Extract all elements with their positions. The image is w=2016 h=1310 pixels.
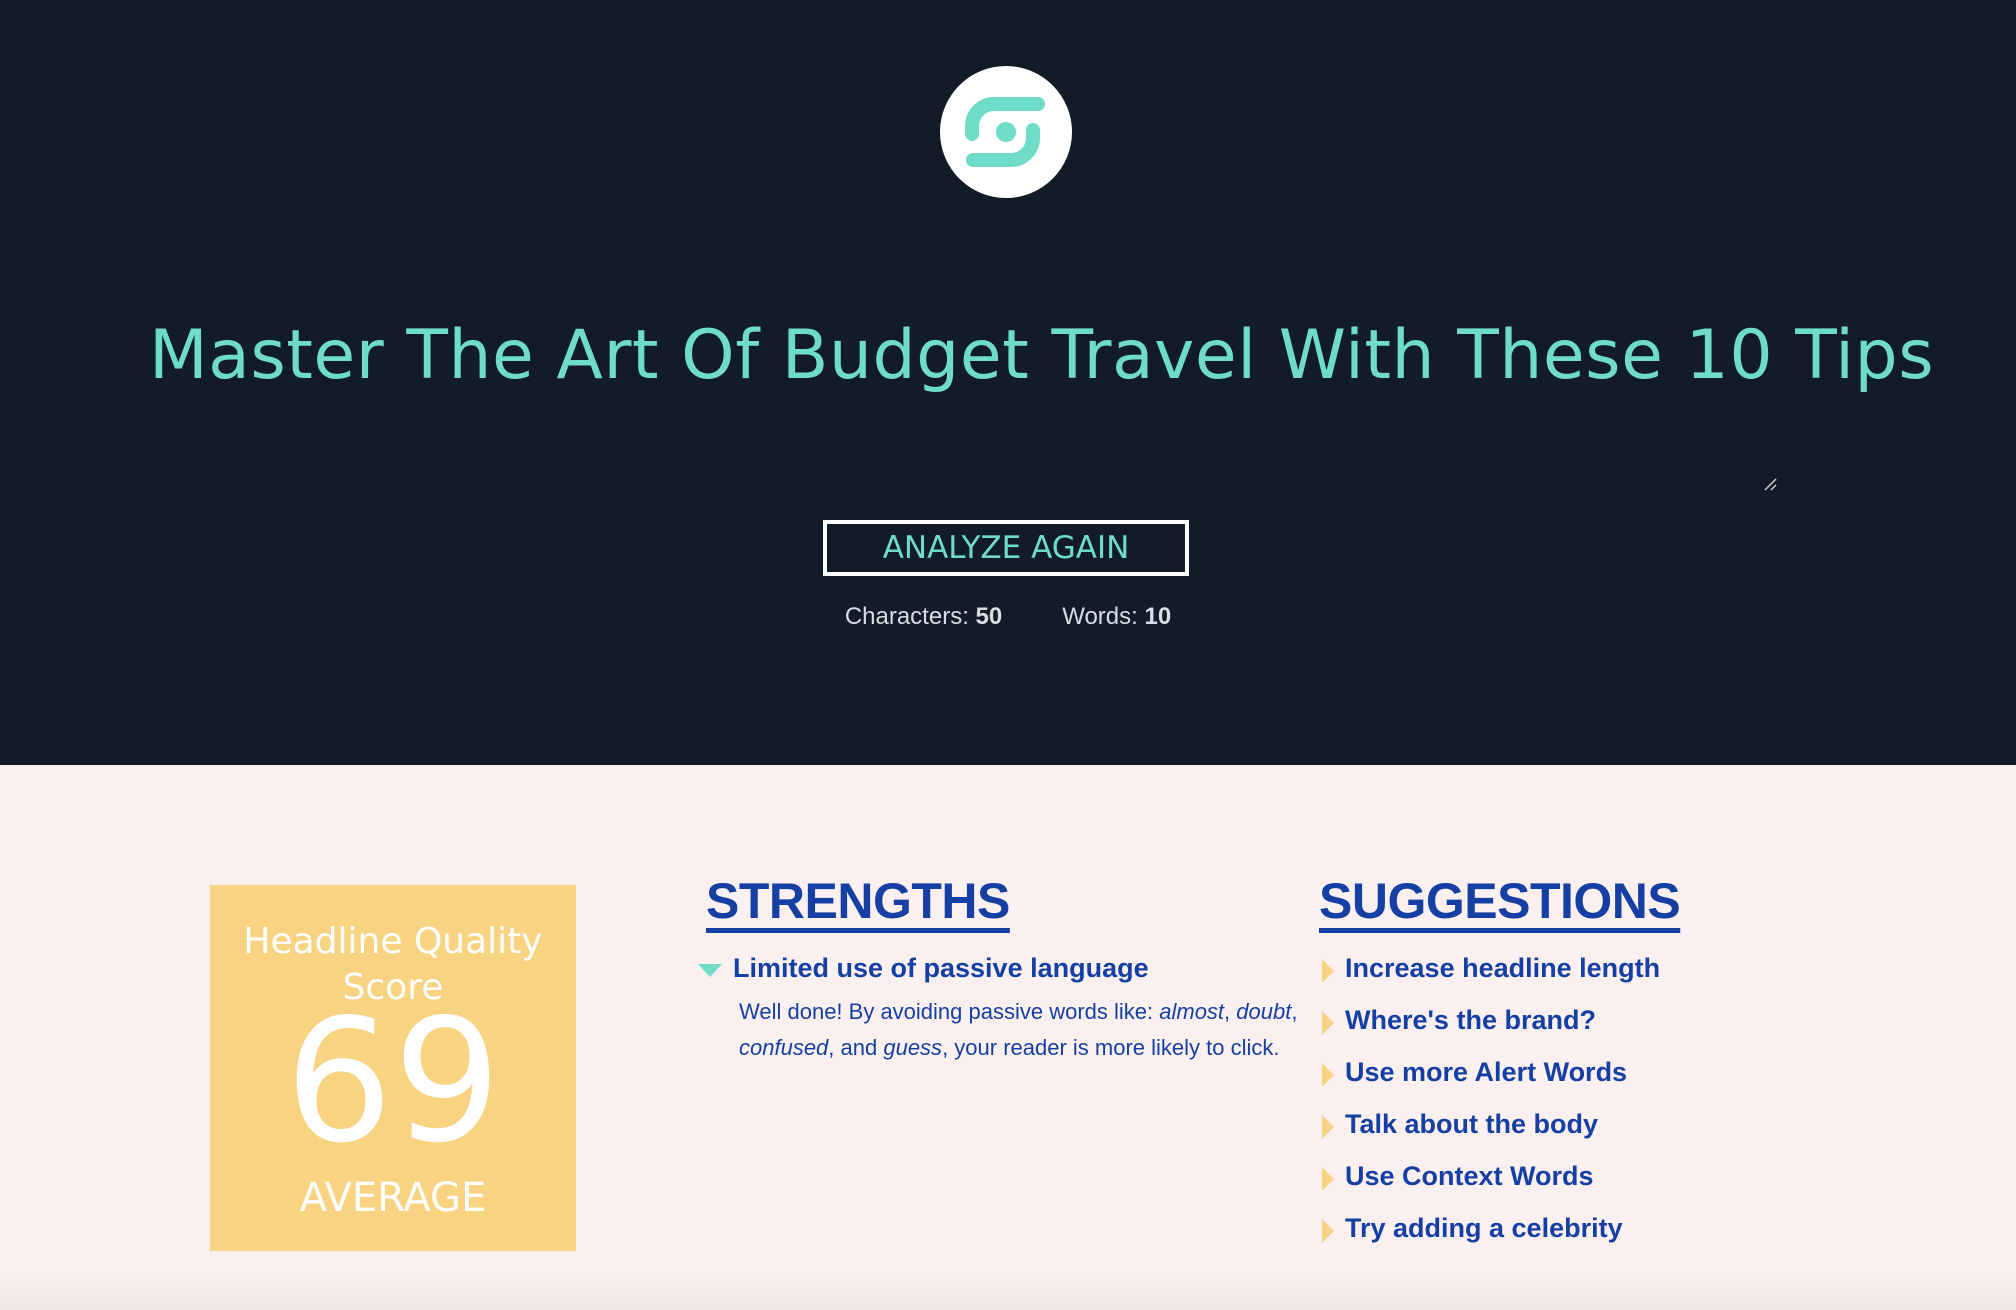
- analyze-again-button[interactable]: ANALYZE AGAIN: [823, 520, 1189, 576]
- headline-input[interactable]: Master The Art Of Budget Travel With The…: [149, 316, 1934, 395]
- headline-stats: Characters: 50 Words: 10: [0, 603, 2016, 631]
- words-value: 10: [1144, 603, 1172, 630]
- caret-right-icon[interactable]: [1322, 1115, 1334, 1139]
- section-divider: [0, 1275, 2016, 1310]
- caret-right-icon[interactable]: [1322, 1219, 1334, 1243]
- characters-value: 50: [975, 603, 1003, 630]
- brand-logo-icon: [940, 66, 1072, 198]
- caret-right-icon[interactable]: [1322, 1167, 1334, 1191]
- suggestion-item[interactable]: Use more Alert Words: [1345, 1057, 1627, 1088]
- caret-down-icon[interactable]: [698, 964, 722, 977]
- suggestions-heading: SUGGESTIONS: [1319, 873, 1681, 929]
- resize-handle-icon[interactable]: [1762, 476, 1778, 492]
- characters-label: Characters:: [844, 603, 969, 630]
- score-value: 69: [284, 983, 502, 1181]
- suggestion-item[interactable]: Use Context Words: [1345, 1161, 1594, 1192]
- strengths-heading: STRENGTHS: [706, 873, 1010, 929]
- suggestion-item[interactable]: Talk about the body: [1345, 1109, 1598, 1140]
- words-label: Words:: [1062, 603, 1138, 630]
- suggestion-item[interactable]: Try adding a celebrity: [1345, 1213, 1623, 1244]
- caret-right-icon[interactable]: [1322, 959, 1334, 983]
- words-count: Words: 10: [1062, 603, 1171, 631]
- score-card: Headline Quality Score 69 AVERAGE: [210, 885, 576, 1251]
- caret-right-icon[interactable]: [1322, 1011, 1334, 1035]
- caret-right-icon[interactable]: [1322, 1063, 1334, 1087]
- strength-item[interactable]: Limited use of passive language: [733, 953, 1149, 984]
- suggestion-item[interactable]: Where's the brand?: [1345, 1005, 1596, 1036]
- score-grade: AVERAGE: [299, 1175, 487, 1221]
- characters-count: Characters: 50: [845, 603, 1002, 631]
- hero-section: Master The Art Of Budget Travel With The…: [0, 0, 2016, 765]
- suggestion-item[interactable]: Increase headline length: [1345, 953, 1660, 984]
- strength-description: Well done! By avoiding passive words lik…: [739, 999, 1298, 1060]
